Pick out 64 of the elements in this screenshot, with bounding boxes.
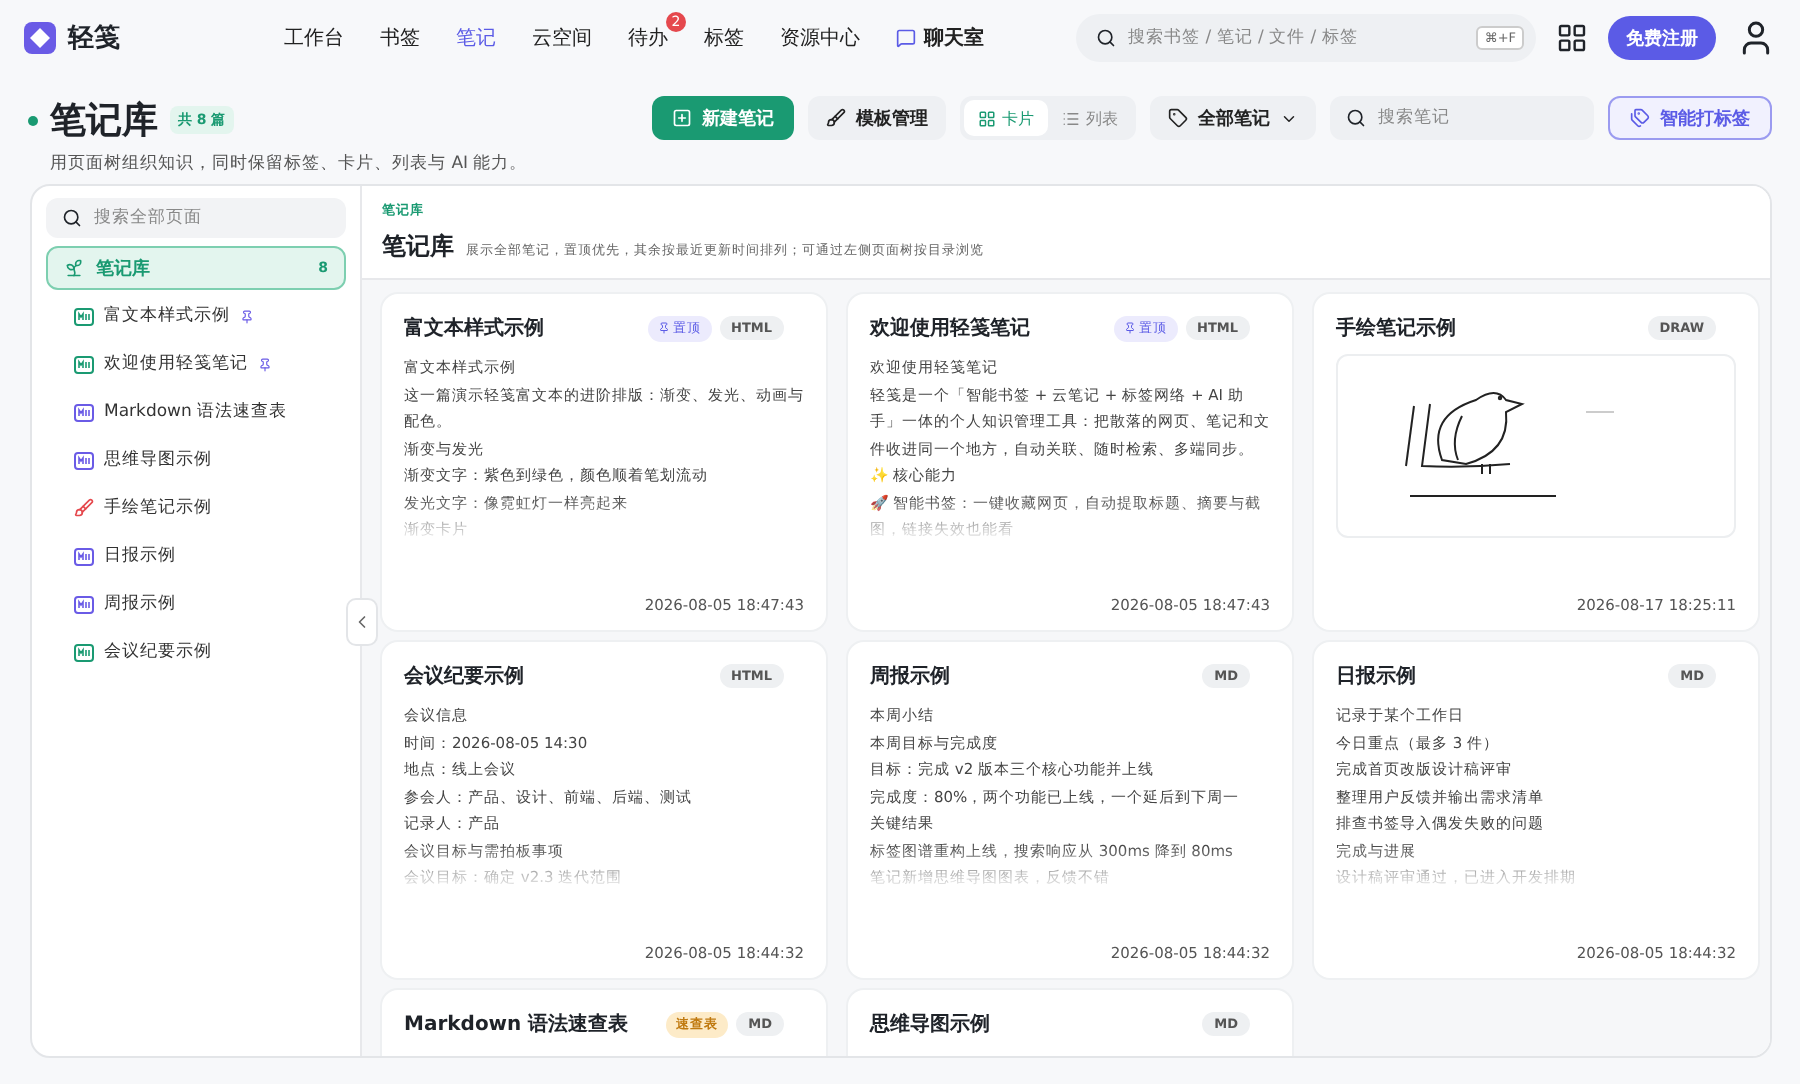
plus-square-icon bbox=[672, 108, 692, 128]
app-logo bbox=[24, 22, 56, 54]
card-title: 会议纪要示例 bbox=[404, 663, 526, 690]
nav-link[interactable]: 资源中心 bbox=[780, 24, 860, 52]
tags-icon bbox=[1630, 108, 1650, 128]
file-icon bbox=[74, 355, 94, 373]
card-title: 周报示例 bbox=[870, 663, 952, 690]
note-search-bar[interactable]: 搜索笔记 bbox=[1330, 96, 1594, 140]
tag-icon bbox=[1168, 108, 1188, 128]
brush-icon bbox=[74, 498, 94, 518]
view-tab[interactable]: 卡片 bbox=[964, 100, 1048, 136]
search-icon bbox=[62, 208, 82, 228]
card-title: 富文本样式示例 bbox=[404, 314, 546, 342]
file-icon bbox=[74, 547, 94, 565]
tree-item[interactable]: 欢迎使用轻笺笔记 bbox=[46, 342, 346, 386]
pin-icon bbox=[240, 309, 254, 323]
pin-icon bbox=[657, 322, 670, 334]
card-title: 思维导图示例 bbox=[870, 1010, 992, 1038]
card-title: 欢迎使用轻笺笔记 bbox=[870, 314, 1032, 342]
nav-link[interactable]: 标签 bbox=[704, 24, 744, 52]
chat-link[interactable]: 聊天室 bbox=[896, 24, 984, 52]
tree-item[interactable]: 会议纪要示例 bbox=[46, 630, 346, 674]
sprout-icon bbox=[64, 258, 84, 278]
list-icon bbox=[1062, 109, 1080, 127]
section-title: 笔记库 bbox=[382, 230, 454, 264]
tree-item[interactable]: Markdown 语法速查表 bbox=[46, 390, 346, 434]
card-title: 手绘笔记示例 bbox=[1336, 315, 1458, 342]
apps-grid-icon[interactable] bbox=[1556, 22, 1588, 54]
tree-item[interactable]: 周报示例 bbox=[46, 582, 346, 626]
smart-tag-button[interactable]: 智能打标签 bbox=[1608, 96, 1772, 140]
card-title: Markdown 语法速查表 bbox=[404, 1011, 631, 1038]
page-search-field[interactable]: 搜索全部页面 bbox=[94, 208, 330, 228]
nav-link[interactable]: 书签 bbox=[380, 24, 420, 52]
templates-button[interactable]: 模板管理 bbox=[808, 96, 946, 140]
global-search-field[interactable]: 搜索书签 / 笔记 / 文件 / 标签 bbox=[1128, 28, 1465, 48]
tree-item[interactable]: 思维导图示例 bbox=[46, 438, 346, 482]
card-title: 日报示例 bbox=[1336, 663, 1418, 690]
search-icon bbox=[1096, 28, 1116, 48]
nav-link[interactable]: 笔记 bbox=[456, 24, 496, 52]
status-dot bbox=[28, 115, 38, 125]
file-icon bbox=[74, 307, 94, 325]
nav-link[interactable]: 工作台 bbox=[284, 24, 344, 52]
chat-bubble-icon bbox=[896, 28, 916, 48]
tree-item[interactable]: 手绘笔记示例 bbox=[46, 486, 346, 530]
nav-link[interactable]: 云空间 bbox=[532, 24, 592, 52]
page-subtitle: 用页面树组织知识，同时保留标签、卡片、列表与 AI 能力。 bbox=[50, 152, 528, 176]
page-title: 笔记库 bbox=[50, 98, 158, 144]
new-note-button[interactable]: 新建笔记 bbox=[652, 96, 794, 140]
file-icon bbox=[74, 595, 94, 613]
file-icon bbox=[74, 451, 94, 469]
page-search-bar[interactable]: 搜索全部页面 bbox=[46, 198, 346, 238]
note-search-field[interactable]: 搜索笔记 bbox=[1378, 108, 1578, 128]
signup-button[interactable]: 免费注册 bbox=[1608, 16, 1716, 60]
app-name: 轻笺 bbox=[68, 22, 120, 56]
tree-item[interactable]: 富文本样式示例 bbox=[46, 294, 346, 338]
tree-item[interactable]: 日报示例 bbox=[46, 534, 346, 578]
search-icon bbox=[1346, 108, 1366, 128]
file-icon bbox=[74, 643, 94, 661]
filter-dropdown[interactable]: 全部笔记 bbox=[1150, 96, 1316, 140]
pin-icon bbox=[258, 357, 272, 371]
brush-icon bbox=[826, 108, 846, 128]
pin-icon bbox=[1123, 322, 1136, 334]
grid-icon bbox=[978, 109, 996, 127]
file-icon bbox=[74, 403, 94, 421]
